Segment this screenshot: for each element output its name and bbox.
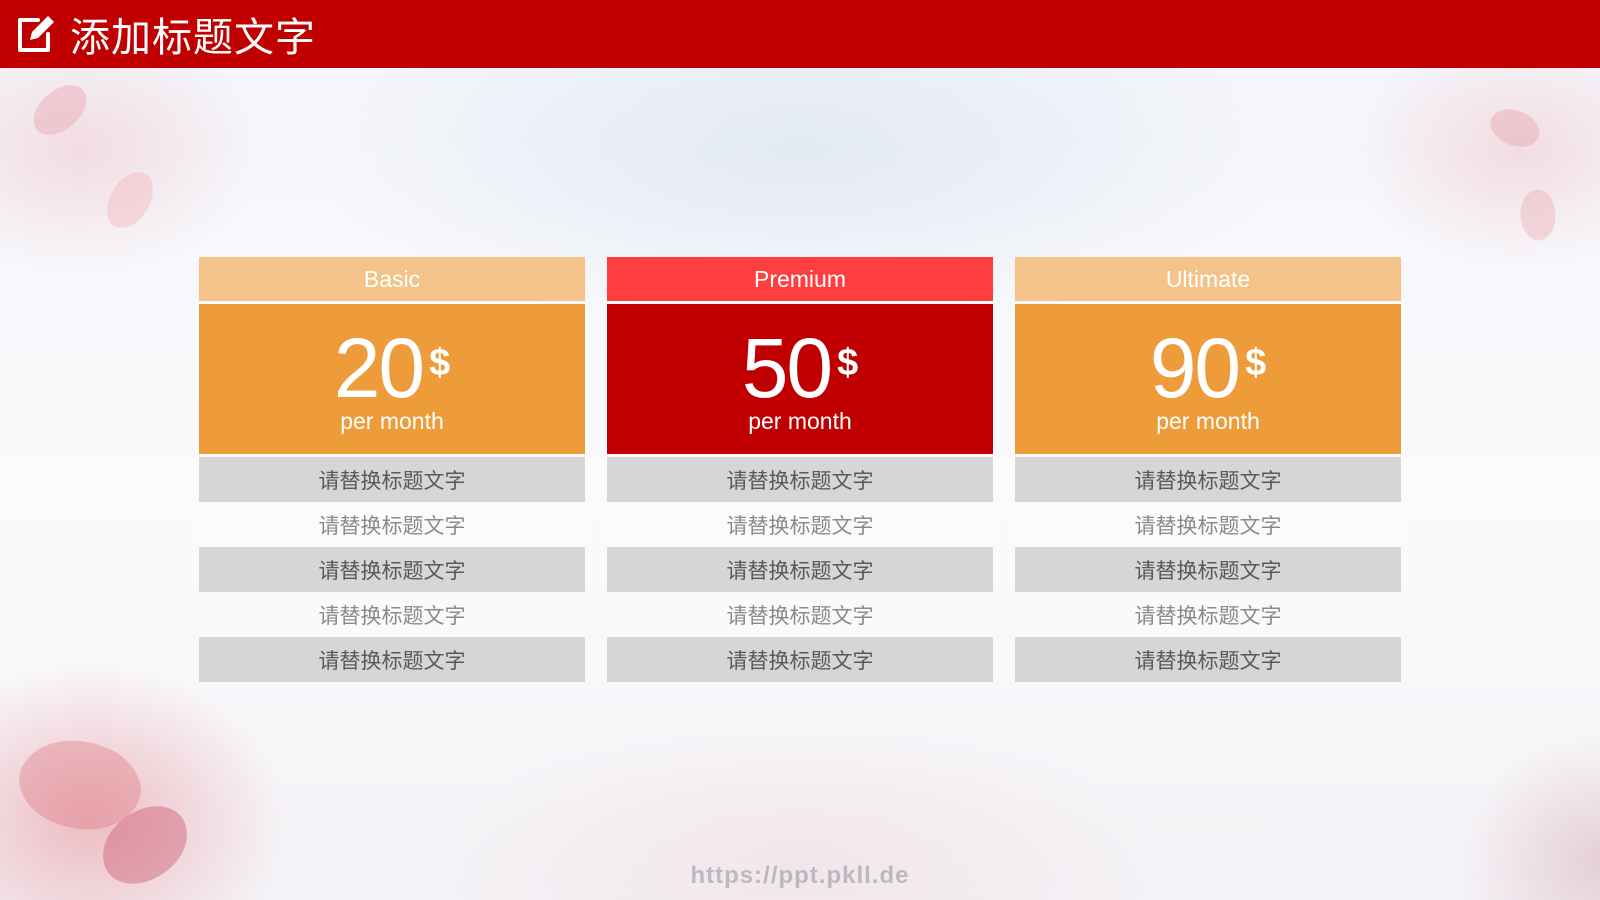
price-period: per month <box>340 408 444 434</box>
feature-item: 请替换标题文字 <box>1015 457 1401 502</box>
feature-item: 请替换标题文字 <box>199 547 585 592</box>
plan-price-box: 50 $ per month <box>607 304 993 454</box>
watermark-url: https://ppt.pkll.de <box>690 862 910 889</box>
edit-icon <box>18 16 54 52</box>
feature-item: 请替换标题文字 <box>1015 547 1401 592</box>
feature-item: 请替换标题文字 <box>1015 637 1401 682</box>
price-amount: 90 <box>1149 321 1241 415</box>
price-period: per month <box>748 408 852 434</box>
header-bar: 添加标题文字 <box>0 0 1600 68</box>
feature-item: 请替换标题文字 <box>607 547 993 592</box>
plan-name: Premium <box>607 257 993 301</box>
feature-list: 请替换标题文字 请替换标题文字 请替换标题文字 请替换标题文字 请替换标题文字 <box>607 457 993 682</box>
price-currency: $ <box>429 342 451 384</box>
price-period: per month <box>1156 408 1260 434</box>
feature-item: 请替换标题文字 <box>199 502 585 547</box>
plan-card-premium: Premium 50 $ per month 请替换标题文字 请替换标题文字 请… <box>607 257 993 682</box>
feature-item: 请替换标题文字 <box>1015 502 1401 547</box>
feature-item: 请替换标题文字 <box>199 592 585 637</box>
feature-item: 请替换标题文字 <box>607 637 993 682</box>
plan-price-box: 20 $ per month <box>199 304 585 454</box>
price-currency: $ <box>1245 342 1267 384</box>
feature-list: 请替换标题文字 请替换标题文字 请替换标题文字 请替换标题文字 请替换标题文字 <box>1015 457 1401 682</box>
feature-item: 请替换标题文字 <box>1015 592 1401 637</box>
plan-name: Basic <box>199 257 585 301</box>
feature-item: 请替换标题文字 <box>607 592 993 637</box>
plan-name: Ultimate <box>1015 257 1401 301</box>
feature-list: 请替换标题文字 请替换标题文字 请替换标题文字 请替换标题文字 请替换标题文字 <box>199 457 585 682</box>
plan-price-box: 90 $ per month <box>1015 304 1401 454</box>
feature-item: 请替换标题文字 <box>199 637 585 682</box>
plan-card-ultimate: Ultimate 90 $ per month 请替换标题文字 请替换标题文字 … <box>1015 257 1401 682</box>
pricing-table: Basic 20 $ per month 请替换标题文字 请替换标题文字 请替换… <box>199 257 1401 682</box>
price-amount: 50 <box>741 321 833 415</box>
feature-item: 请替换标题文字 <box>607 502 993 547</box>
price-currency: $ <box>837 342 859 384</box>
price-amount: 20 <box>333 321 425 415</box>
feature-item: 请替换标题文字 <box>607 457 993 502</box>
plan-card-basic: Basic 20 $ per month 请替换标题文字 请替换标题文字 请替换… <box>199 257 585 682</box>
feature-item: 请替换标题文字 <box>199 457 585 502</box>
page-title: 添加标题文字 <box>70 15 316 61</box>
